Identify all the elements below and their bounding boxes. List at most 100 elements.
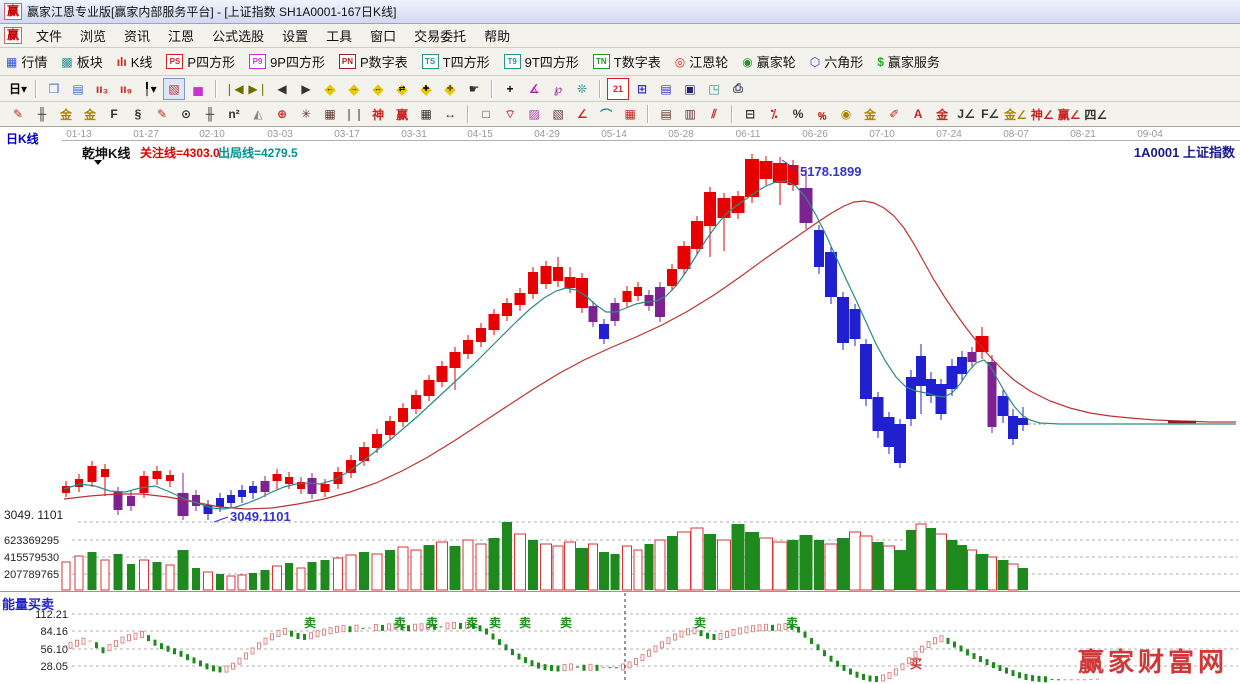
- ying-angle-tool[interactable]: 赢∠: [1057, 103, 1082, 125]
- square-of-nine-tool[interactable]: n²: [223, 103, 245, 125]
- nav-last-button[interactable]: ▶❘: [247, 78, 269, 100]
- toolbar-button-P四方形[interactable]: PSP四方形: [166, 52, 235, 71]
- golden-price-tool[interactable]: 金: [79, 103, 101, 125]
- zoom-in-button[interactable]: ✚: [415, 78, 437, 100]
- expand-h-button[interactable]: ↔: [367, 78, 389, 100]
- volume-histogram-icon[interactable]: ▅: [187, 78, 209, 100]
- toolbar-button-9P四方形[interactable]: P99P四方形: [249, 52, 325, 71]
- toolbar-button-label: P四方形: [187, 52, 235, 71]
- crosshair-button[interactable]: +: [499, 78, 521, 100]
- gann-circle-tool[interactable]: ⊙: [175, 103, 197, 125]
- menu-item-trade[interactable]: 交易委托: [405, 23, 475, 48]
- gold-angle-tool[interactable]: 金∠: [1003, 103, 1028, 125]
- bars-9-icon[interactable]: ıı₉: [115, 78, 137, 100]
- toolbar-button-K线[interactable]: ılıK线: [117, 52, 153, 71]
- print-button[interactable]: ⎙: [727, 78, 749, 100]
- toolbar-button-T数字表[interactable]: TNT数字表: [593, 52, 661, 71]
- gold-red-tool[interactable]: 金: [931, 103, 953, 125]
- save-button[interactable]: ▣: [679, 78, 701, 100]
- f-angle-tool[interactable]: F∠: [979, 103, 1001, 125]
- box-pattern2-tool[interactable]: ▧: [547, 103, 569, 125]
- zoom-out-button[interactable]: ✛: [439, 78, 461, 100]
- kline-chart-canvas[interactable]: 01-1301-2702-1003-0303-1703-3104-1504-29…: [0, 127, 1240, 684]
- compress-h-button[interactable]: ⇄: [391, 78, 413, 100]
- toolbar-button-行情[interactable]: ▦行情: [6, 52, 47, 71]
- box-pattern-tool[interactable]: ▨: [523, 103, 545, 125]
- a-line-tool[interactable]: A: [907, 103, 929, 125]
- kline-type-dropdown-arrow[interactable]: [94, 160, 102, 165]
- ying-tool[interactable]: 赢: [391, 103, 413, 125]
- export-web-button[interactable]: ◳: [703, 78, 725, 100]
- kline-type-selector[interactable]: 乾坤K线: [82, 143, 130, 162]
- pan-left-button[interactable]: ←: [319, 78, 341, 100]
- percent-tool[interactable]: %: [787, 103, 809, 125]
- menu-item-news[interactable]: 资讯: [115, 23, 159, 48]
- angle-line-tool[interactable]: ∠: [571, 103, 593, 125]
- candle-style-dropdown[interactable]: ╿▾: [139, 78, 161, 100]
- nav-first-button[interactable]: ❘◀: [223, 78, 245, 100]
- mirror-angle-tool[interactable]: ◭: [247, 103, 269, 125]
- gann-grid-tool[interactable]: ╫: [31, 103, 53, 125]
- toolbar-button-赢家服务[interactable]: $赢家服务: [877, 52, 940, 71]
- pan-right-button[interactable]: →: [343, 78, 365, 100]
- menu-item-help[interactable]: 帮助: [475, 23, 519, 48]
- analysis-brain-button[interactable]: ❊: [571, 78, 593, 100]
- menu-item-tools[interactable]: 工具: [317, 23, 361, 48]
- kx-chart-icon[interactable]: ▧: [163, 78, 185, 100]
- menu-item-window[interactable]: 窗口: [361, 23, 405, 48]
- ruler-123-tool[interactable]: ▦: [415, 103, 437, 125]
- gann-star-tool[interactable]: ✳: [295, 103, 317, 125]
- draw-pencil-tool[interactable]: ✎: [7, 103, 29, 125]
- toolbar-button-9T四方形[interactable]: T99T四方形: [504, 52, 579, 71]
- time-grid2-tool[interactable]: ▥: [679, 103, 701, 125]
- channel-tool[interactable]: ⫽: [703, 103, 725, 125]
- si-angle-tool[interactable]: 四∠: [1083, 103, 1108, 125]
- period-day-dropdown[interactable]: 日▾: [7, 78, 29, 100]
- gold-circle-tool[interactable]: ◉: [835, 103, 857, 125]
- menu-item-file[interactable]: 文件: [27, 23, 71, 48]
- shen-tool[interactable]: 神: [367, 103, 389, 125]
- parallel-lines-tool[interactable]: ❘❘: [343, 103, 365, 125]
- nav-prev-button[interactable]: ◀: [271, 78, 293, 100]
- menu-item-gann[interactable]: 江恩: [159, 23, 203, 48]
- circle-cross-tool[interactable]: ⊕: [271, 103, 293, 125]
- angle-measure-button[interactable]: ∡: [523, 78, 545, 100]
- hand-tool-button[interactable]: ☛: [463, 78, 485, 100]
- menu-item-browse[interactable]: 浏览: [71, 23, 115, 48]
- toolbar-button-六角形[interactable]: ⬡六角形: [810, 52, 864, 71]
- menu-item-settings[interactable]: 设置: [273, 23, 317, 48]
- golden-section-tool[interactable]: 金: [55, 103, 77, 125]
- calendar-button[interactable]: 21: [607, 78, 629, 100]
- gann-notes-button[interactable]: ℘: [547, 78, 569, 100]
- fibonacci-tool[interactable]: F: [103, 103, 125, 125]
- time-grid-tool[interactable]: ▤: [655, 103, 677, 125]
- toolbar-button-T四方形[interactable]: TST四方形: [422, 52, 490, 71]
- width-measure-tool[interactable]: ↔: [439, 103, 461, 125]
- nav-next-button[interactable]: ▶: [295, 78, 317, 100]
- scale-tool[interactable]: ⊟: [739, 103, 761, 125]
- toolbar-button-P数字表[interactable]: PNP数字表: [339, 52, 408, 71]
- percent-gold-tool[interactable]: ﹪: [811, 103, 833, 125]
- chart-layout-icon[interactable]: ❒: [43, 78, 65, 100]
- info-panel-icon[interactable]: ▤: [67, 78, 89, 100]
- menu-item-formula-stock-pick[interactable]: 公式选股: [203, 23, 273, 48]
- calculator-button[interactable]: ⊞: [631, 78, 653, 100]
- fan-lines-tool[interactable]: ⌔: [499, 103, 521, 125]
- bars-3-icon[interactable]: ıı₃: [91, 78, 113, 100]
- mark-tool[interactable]: ✐: [883, 103, 905, 125]
- arc-tool[interactable]: ⌒: [595, 103, 617, 125]
- gann-web-tool[interactable]: ▦: [319, 103, 341, 125]
- toolbar-button-赢家轮[interactable]: ◉赢家轮: [742, 52, 796, 71]
- toolbar-button-板块[interactable]: ▩板块: [61, 52, 102, 71]
- price-grid-tool[interactable]: ▦: [619, 103, 641, 125]
- j-angle-tool[interactable]: J∠: [955, 103, 977, 125]
- toolbar-button-江恩轮[interactable]: ◎江恩轮: [675, 52, 729, 71]
- gold-underline-tool[interactable]: 金: [859, 103, 881, 125]
- percent-line-tool[interactable]: ⁒: [763, 103, 785, 125]
- mark-pencil-tool[interactable]: ✎: [151, 103, 173, 125]
- rect-tool[interactable]: □: [475, 103, 497, 125]
- notes-button[interactable]: ▤: [655, 78, 677, 100]
- dense-grid-tool[interactable]: ╫: [199, 103, 221, 125]
- shen-angle-tool[interactable]: 神∠: [1030, 103, 1055, 125]
- spiral-tool[interactable]: §: [127, 103, 149, 125]
